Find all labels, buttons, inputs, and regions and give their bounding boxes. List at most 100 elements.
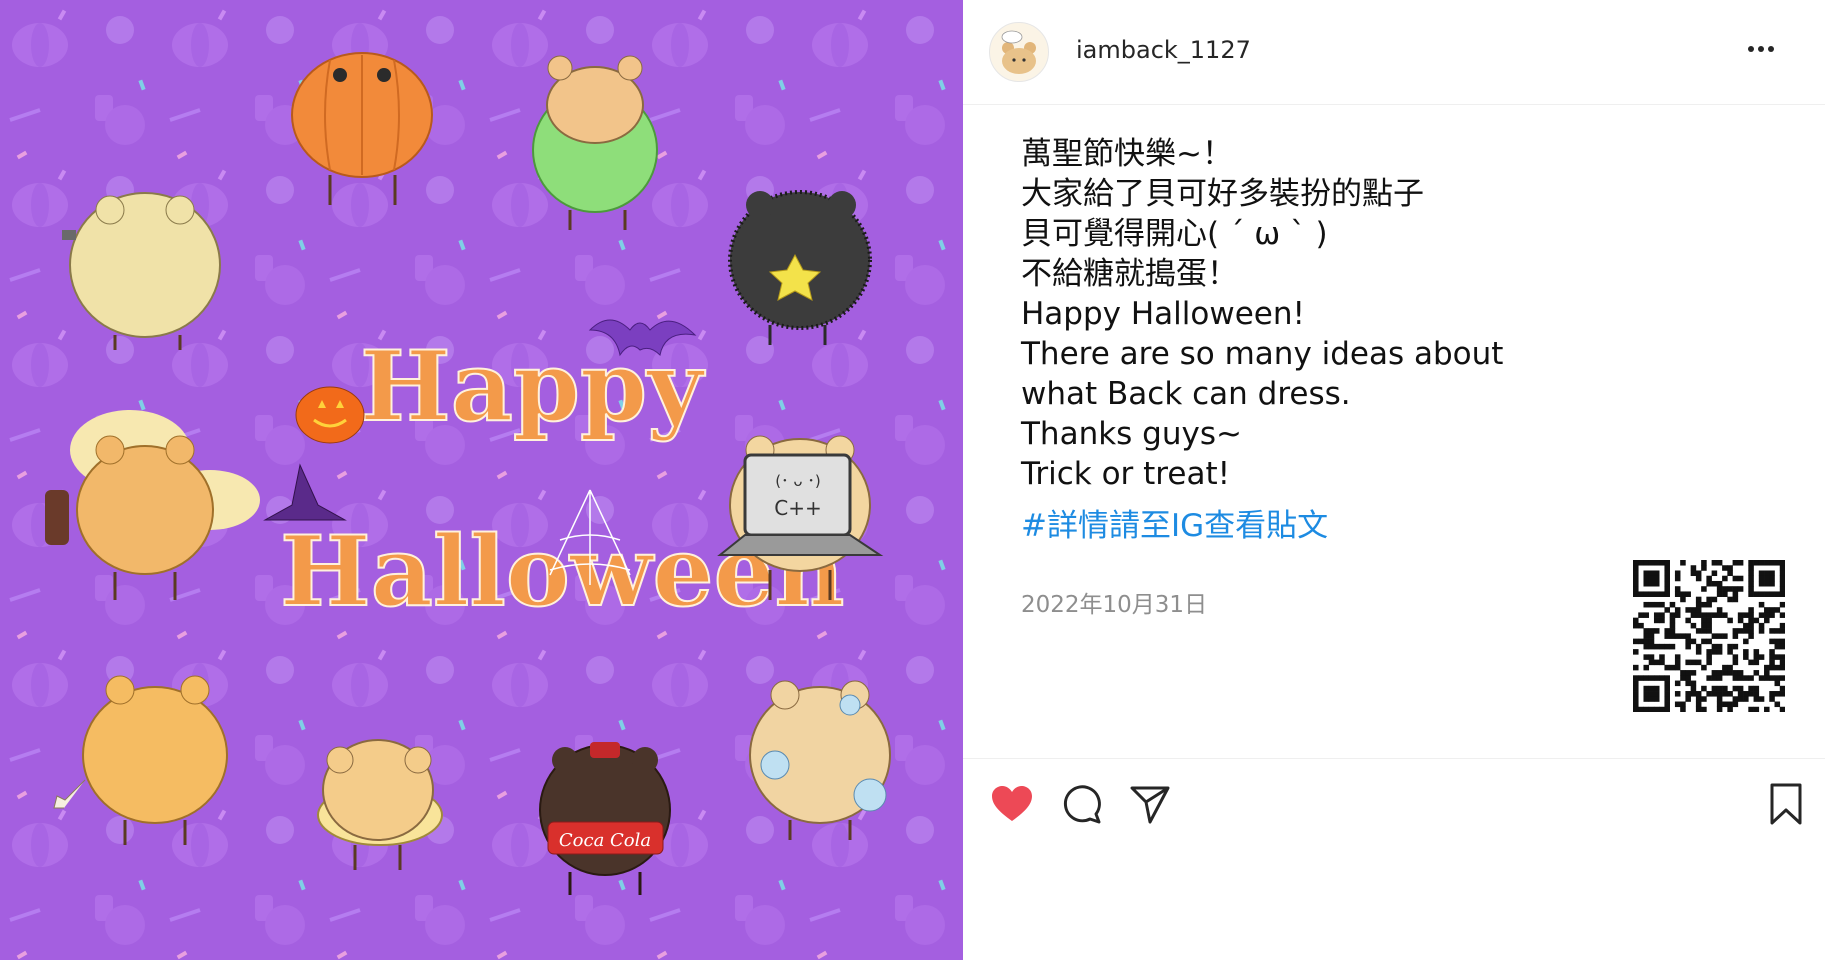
qr-module [1758,622,1765,629]
qr-module [1648,691,1655,697]
qr-module [1690,685,1697,692]
qr-module [1779,570,1786,577]
qr-module [1643,633,1650,639]
qr-module [1680,706,1686,713]
qr-module [1722,565,1728,571]
caption-line: Thanks guys~ [1021,416,1242,452]
qr-module [1769,612,1775,618]
qr-module [1706,617,1712,624]
qr-module [1716,696,1723,702]
qr-module [1779,643,1786,650]
bear-avatar-icon[interactable] [989,22,1049,82]
jack-o-lantern [295,386,365,444]
qr-module [1774,680,1781,687]
qr-module [1664,633,1670,639]
hashtag-link[interactable]: #詳情請至IG查看貼文 [1021,506,1328,546]
qr-module [1643,570,1650,577]
qr-module [1722,664,1728,671]
qr-module [1674,612,1681,618]
qr-module [1653,612,1660,618]
caption-line: 貝可覺得開心( ´ ω ` ) [1021,216,1328,252]
qr-module [1774,638,1781,645]
bookmark-icon[interactable] [1762,780,1810,828]
qr-module [1685,643,1691,650]
qr-module [1664,685,1670,692]
qr-module [1648,570,1655,577]
qr-module [1648,591,1655,597]
qr-module [1711,570,1718,577]
qr-module [1748,580,1754,587]
qr-module [1706,622,1712,629]
qr-module [1737,575,1744,582]
laptop-text: C++ [774,496,821,520]
qr-module [1732,675,1739,681]
qr-module [1690,622,1697,629]
qr-module [1695,601,1702,608]
qr-module [1643,560,1650,566]
qr-module [1748,575,1754,582]
qr-module [1727,586,1733,592]
qr-module [1653,685,1660,692]
qr-module [1753,685,1760,692]
qr-module [1716,675,1723,681]
qr-module [1732,701,1739,708]
qr-module [1748,607,1754,613]
qr-module [1633,706,1639,713]
qr-module [1732,654,1739,660]
qr-module [1706,580,1712,587]
qr-module [1643,696,1650,702]
qr-module [1633,696,1639,702]
divider [963,758,1825,759]
qr-module [1664,575,1670,582]
qr-module [1732,586,1739,592]
qr-module [1643,675,1650,681]
qr-module [1774,628,1781,634]
qr-module [1774,701,1781,708]
qr-module [1748,675,1754,681]
qr-module [1779,575,1786,582]
qr-module [1674,664,1681,671]
qr-module [1674,591,1681,597]
qr-module [1695,612,1702,618]
post-header: iamback_1127 [963,0,1825,105]
qr-module [1690,607,1697,613]
qr-module [1685,691,1691,697]
heart-filled-icon[interactable] [988,780,1036,828]
qr-module [1743,612,1749,618]
qr-module [1769,607,1775,613]
cola-text: Coca Cola [559,830,651,851]
qr-module [1737,586,1744,592]
qr-module [1648,659,1655,666]
qr-module [1659,601,1665,608]
more-dots-icon[interactable] [1741,34,1781,64]
qr-module [1722,586,1728,592]
qr-module [1648,706,1655,713]
qr-module [1659,706,1665,713]
qr-module [1669,633,1676,639]
username[interactable]: iamback_1127 [1076,36,1251,64]
qr-module [1711,649,1718,655]
qr-module [1769,560,1775,566]
send-icon[interactable] [1126,780,1174,828]
qr-module [1716,643,1723,650]
qr-module [1711,560,1718,566]
qr-module [1695,701,1702,708]
qr-module [1774,607,1781,613]
qr-module [1779,654,1786,660]
laptop-face: (･ ᴗ ･) [775,472,820,490]
qr-module [1727,617,1733,624]
qr-module [1732,628,1739,634]
qr-module [1753,617,1760,624]
qr-module [1633,575,1639,582]
comment-icon[interactable] [1058,780,1106,828]
qr-module [1685,680,1691,687]
qr-module [1648,643,1655,650]
qr-module [1743,654,1749,660]
qr-module [1732,685,1739,692]
qr-module [1753,670,1760,676]
qr-module [1659,654,1665,660]
post-sidebar: iamback_1127 萬聖節快樂~！ 大家給了貝可好多裝扮的點子 貝可覺得開… [963,0,1825,960]
qr-module [1748,565,1754,571]
qr-module [1638,706,1644,713]
qr-module [1669,643,1676,650]
